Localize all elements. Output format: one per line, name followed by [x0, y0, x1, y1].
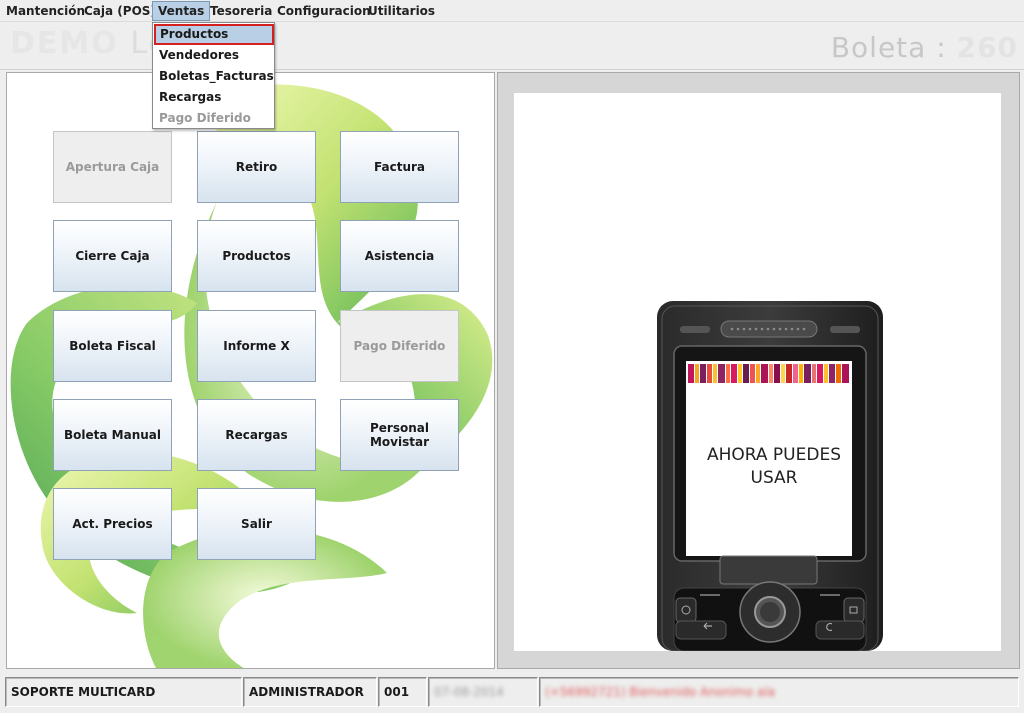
menu-bar: Mantención Caja (POS) Ventas Tesoreria C… — [0, 0, 1024, 22]
ventas-menu-vendedores[interactable]: Vendedores — [154, 45, 274, 66]
advertisement-line-2: USAR — [750, 468, 798, 488]
header-boleta-number: Boleta : 260 — [831, 31, 1018, 64]
factura-button[interactable]: Factura — [340, 131, 459, 203]
status-info-value: (+56992721) Bienvenido Anonimo ala — [545, 685, 776, 699]
ventas-menu-recargas[interactable]: Recargas — [154, 87, 274, 108]
advertisement-image: AHORA PUEDES USAR — [514, 93, 1001, 651]
boleta-fiscal-button[interactable]: Boleta Fiscal — [53, 310, 172, 382]
ventas-menu-pago-diferido: Pago Diferido — [159, 111, 251, 125]
main-button-panel: Apertura Caja Retiro Factura Cierre Caja… — [6, 72, 495, 669]
status-info: (+56992721) Bienvenido Anonimo ala — [539, 677, 1019, 707]
ventas-menu-productos[interactable]: Productos — [154, 24, 274, 45]
menu-ventas[interactable]: Ventas — [152, 1, 211, 21]
salir-button[interactable]: Salir — [197, 488, 316, 560]
ventas-menu-boletas-facturas[interactable]: Boletas_Facturas — [154, 66, 274, 87]
retiro-button[interactable]: Retiro — [197, 131, 316, 203]
informe-x-button[interactable]: Informe X — [197, 310, 316, 382]
boleta-manual-button[interactable]: Boleta Manual — [53, 399, 172, 471]
status-bar: SOPORTE MULTICARD ADMINISTRADOR 001 07-0… — [0, 673, 1024, 713]
status-terminal: 001 — [378, 677, 427, 707]
header-boleta-value: 260 — [956, 31, 1018, 64]
personal-movistar-button[interactable]: Personal Movistar — [340, 399, 459, 471]
header-store-title: DEMO Lo — [10, 26, 169, 61]
advertisement-text: AHORA PUEDES USAR — [689, 444, 859, 490]
asistencia-button[interactable]: Asistencia — [340, 220, 459, 292]
advertisement-panel: AHORA PUEDES USAR — [497, 72, 1020, 669]
status-support: SOPORTE MULTICARD — [5, 677, 242, 707]
pago-diferido-button[interactable]: Pago Diferido — [340, 310, 459, 382]
ventas-dropdown-menu: Productos Vendedores Boletas_Facturas Re… — [152, 22, 275, 129]
menu-utilitarios[interactable]: Utilitarios — [363, 1, 440, 21]
header-boleta-label: Boleta : — [830, 31, 957, 64]
act-precios-button[interactable]: Act. Precios — [53, 488, 172, 560]
menu-mantencion[interactable]: Mantención — [1, 1, 90, 21]
phone-illustration — [657, 301, 883, 651]
cierre-caja-button[interactable]: Cierre Caja — [53, 220, 172, 292]
header-store-ghost: DEMO — [10, 26, 119, 61]
apertura-caja-button[interactable]: Apertura Caja — [53, 131, 172, 203]
menu-tesoreria[interactable]: Tesoreria — [205, 1, 277, 21]
status-date-value: 07-08-2014 — [434, 685, 504, 699]
menu-caja-pos[interactable]: Caja (POS) — [79, 1, 161, 21]
status-date: 07-08-2014 — [428, 677, 538, 707]
status-user: ADMINISTRADOR — [243, 677, 377, 707]
menu-configuracion[interactable]: Configuracion — [272, 1, 376, 21]
productos-button[interactable]: Productos — [197, 220, 316, 292]
advertisement-line-1: AHORA PUEDES — [706, 445, 841, 465]
recargas-button[interactable]: Recargas — [197, 399, 316, 471]
